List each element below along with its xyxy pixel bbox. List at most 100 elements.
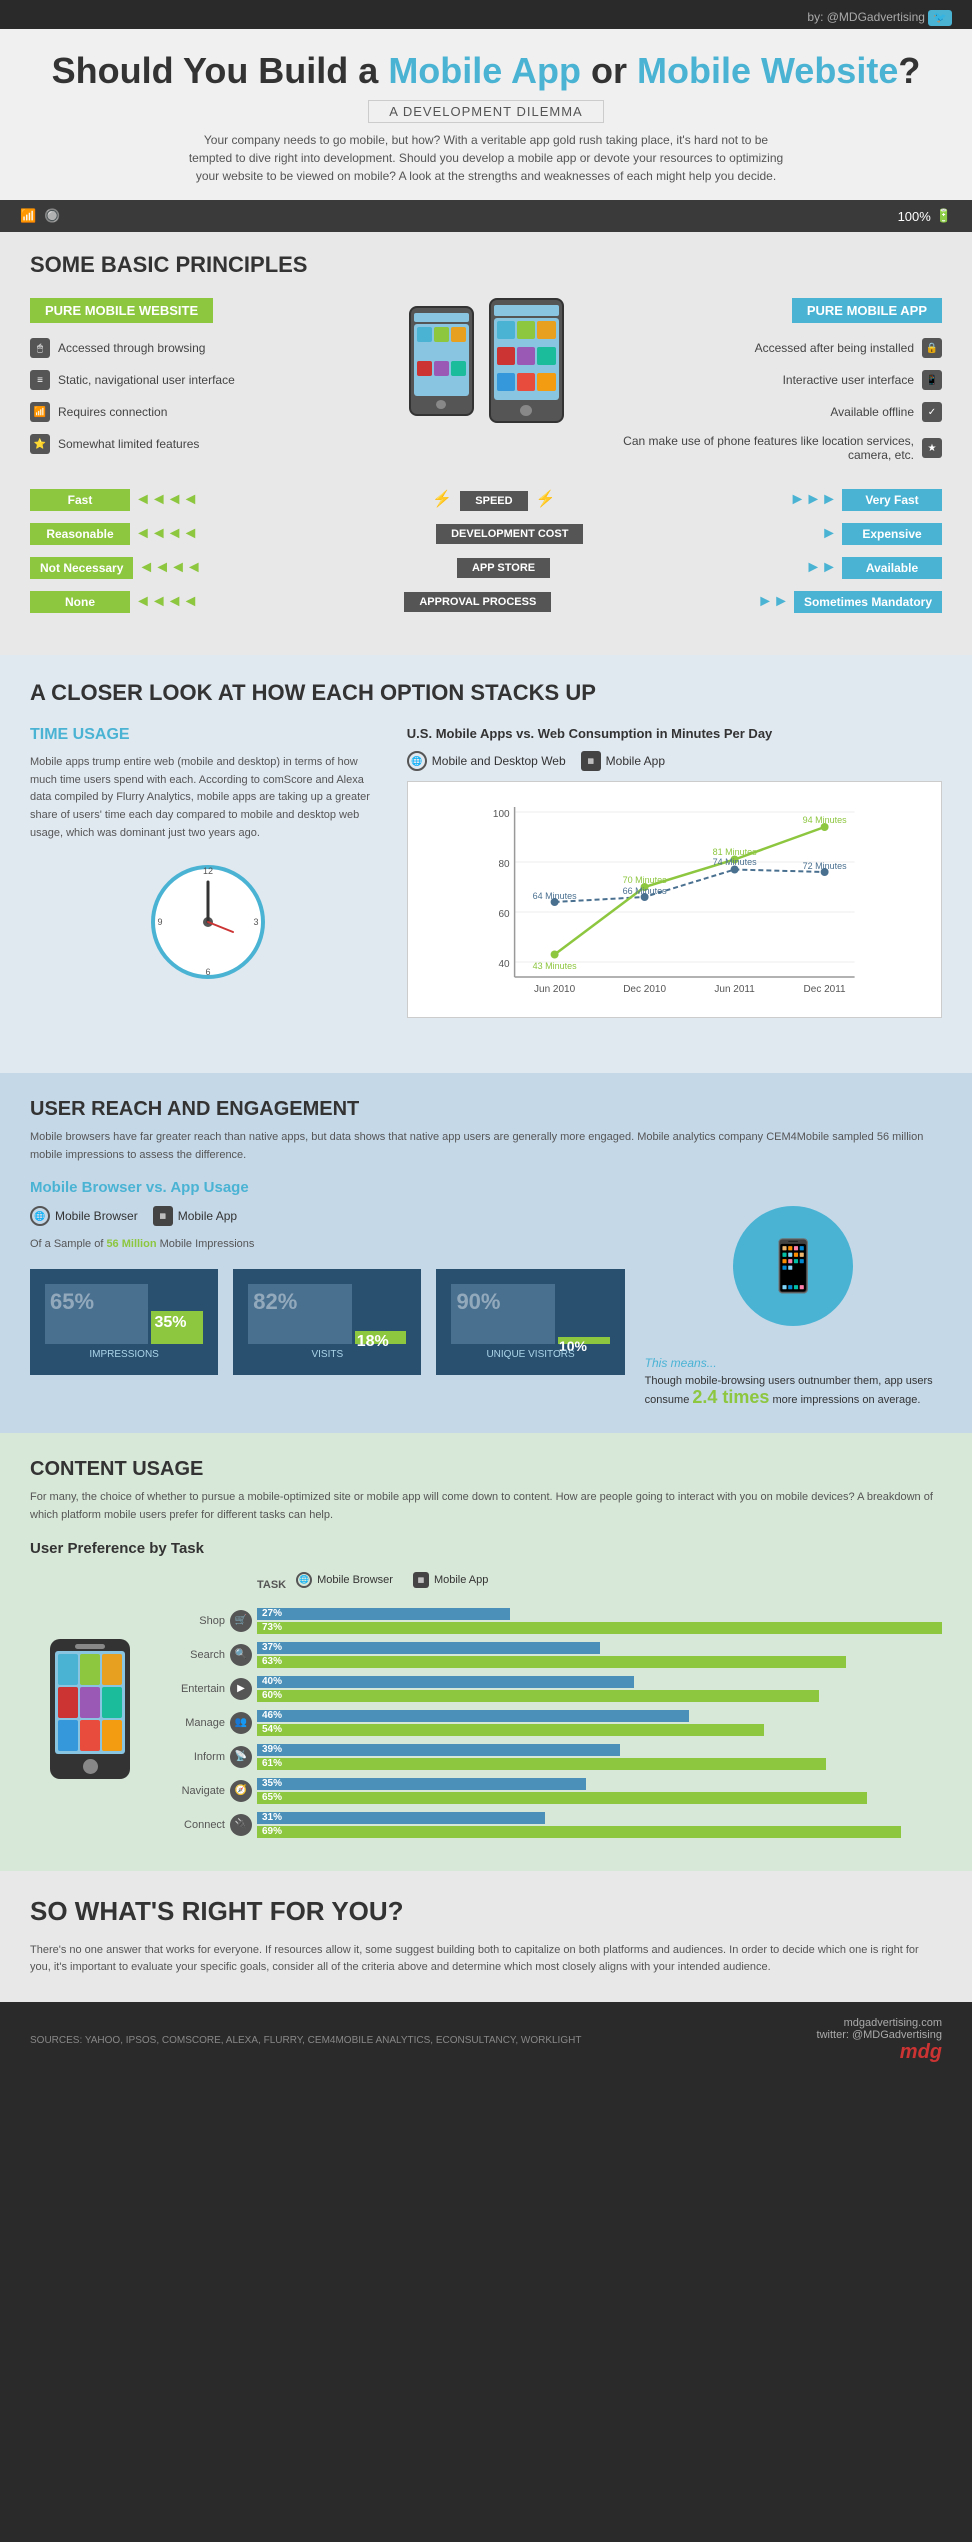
chart-header-row: TASK 🌐 Mobile Browser ▦ Mobile App [170, 1572, 942, 1598]
interactive-icon: 📱 [922, 370, 942, 390]
arrow-right: ►►► [789, 491, 837, 509]
impressions-box: 65% 35% IMPRESSIONS [30, 1269, 218, 1375]
app-icon3: ▦ [413, 1572, 429, 1588]
task-rows: Shop 🛒 27% 73% Search [170, 1608, 942, 1838]
manage-row: Manage 👥 46% 54% [170, 1710, 942, 1736]
principles-content: PURE MOBILE WEBSITE 🖱 Accessed through b… [30, 298, 942, 474]
bar-legend: 🌐 Mobile Browser ▦ Mobile App [296, 1572, 488, 1588]
feature-browsing: 🖱 Accessed through browsing [30, 338, 379, 358]
svg-text:40: 40 [498, 959, 510, 970]
search-web-pct: 37% [262, 1642, 282, 1653]
svg-text:81 Minutes: 81 Minutes [712, 847, 757, 857]
means-title: This means... [645, 1356, 942, 1370]
visits-box: 82% 18% VISITS [233, 1269, 421, 1375]
comp-appstore: Not Necessary ◄◄◄◄ APP STORE ►► Availabl… [30, 557, 942, 579]
sample-note: Of a Sample of 56 Million Mobile Impress… [30, 1236, 625, 1254]
speed-center: ⚡ SPEED ⚡ [203, 489, 784, 511]
feature-text: Somewhat limited features [58, 437, 199, 451]
status-right: 100% 🔋 [898, 208, 952, 224]
manage-icon: 👥 [230, 1712, 252, 1734]
feature-limited: ⭐ Somewhat limited features [30, 434, 379, 454]
byline: by: @MDGadvertising [807, 10, 925, 24]
inform-row: Inform 📡 39% 61% [170, 1744, 942, 1770]
time-usage-subtitle: TIME USAGE [30, 726, 387, 744]
comp-approval: None ◄◄◄◄ APPROVAL PROCESS ►► Sometimes … [30, 591, 942, 613]
footer-right: mdgadvertising.com twitter: @MDGadvertis… [817, 2017, 942, 2064]
connect-app-pct: 69% [262, 1826, 282, 1837]
conclusion-section: SO WHAT'S RIGHT FOR YOU? There's no one … [0, 1871, 972, 2002]
inform-bars: 39% 61% [257, 1744, 942, 1770]
wifi-icon: 🔘 [44, 208, 60, 224]
navigate-row: Navigate 🧭 35% 65% [170, 1778, 942, 1804]
content-usage-section: CONTENT USAGE For many, the choice of wh… [0, 1433, 972, 1870]
entertain-icon: ▶ [230, 1678, 252, 1700]
content-desc: For many, the choice of whether to pursu… [30, 1489, 942, 1524]
means-text: Though mobile-browsing users outnumber t… [645, 1375, 942, 1408]
search-app-bar: 63% [257, 1656, 846, 1668]
conclusion-title: SO WHAT'S RIGHT FOR YOU? [30, 1896, 942, 1927]
manage-web-bar: 46% [257, 1710, 689, 1722]
shop-app-bar: 73% [257, 1622, 942, 1634]
speed-right: Very Fast [842, 489, 942, 511]
user-reach-section: USER REACH AND ENGAGEMENT Mobile browser… [0, 1073, 972, 1433]
svg-text:66 Minutes: 66 Minutes [622, 886, 667, 896]
inform-app-bar: 61% [257, 1758, 826, 1770]
status-bar: 📶 🔘 100% 🔋 [0, 200, 972, 232]
speed-left: Fast [30, 489, 130, 511]
phones-center [389, 298, 584, 423]
title-section: Should You Build a Mobile App or Mobile … [0, 29, 972, 200]
app-phone-container [489, 298, 564, 423]
feature-connection: 📶 Requires connection [30, 402, 379, 422]
appstore-center: APP STORE [207, 558, 801, 578]
comparison-rows: Fast ◄◄◄◄ ⚡ SPEED ⚡ ►►► Very Fast Reason… [30, 489, 942, 613]
battery-icon: 🔋 [936, 208, 952, 224]
entertain-app-bar: 60% [257, 1690, 819, 1702]
connect-web-pct: 31% [262, 1812, 282, 1823]
svg-text:60: 60 [498, 909, 510, 920]
inform-web-bar: 39% [257, 1744, 620, 1756]
right-column: PURE MOBILE APP Accessed after being ins… [594, 298, 943, 474]
bg-pct: 65% [45, 1284, 148, 1320]
svg-text:100: 100 [493, 809, 510, 820]
sample-number: 56 Million [106, 1238, 156, 1250]
connect-bars: 31% 69% [257, 1812, 942, 1838]
bar-chart-right: TASK 🌐 Mobile Browser ▦ Mobile App [170, 1572, 942, 1846]
navigate-app-bar: 65% [257, 1792, 867, 1804]
chart-container: 100 80 60 40 Jun 2010 [407, 781, 942, 1018]
unique-bars: 90% 10% [451, 1284, 609, 1344]
arrow-right2: ► [821, 525, 837, 543]
app-bar: 35% [151, 1311, 203, 1344]
inform-label: Inform [170, 1751, 225, 1763]
app-label: Mobile App [178, 1209, 237, 1223]
entertain-web-bar: 40% [257, 1676, 634, 1688]
shop-row: Shop 🛒 27% 73% [170, 1608, 942, 1634]
content-title: CONTENT USAGE [30, 1458, 942, 1481]
entertain-web-pct: 40% [262, 1676, 282, 1687]
connect-app-bar: 69% [257, 1826, 901, 1838]
clock-svg: 12 3 6 9 [148, 862, 268, 982]
app-icon2: ▦ [153, 1206, 173, 1226]
browser-legend-label: Mobile Browser [317, 1574, 393, 1586]
clock-graphic: 12 3 6 9 [30, 862, 387, 982]
app-legend-icon: ▦ [581, 751, 601, 771]
search-icon: 🔍 [230, 1644, 252, 1666]
arrow-left4: ◄◄◄◄ [135, 593, 198, 611]
svg-text:12: 12 [203, 866, 213, 876]
speed-icon: ⚡ [432, 491, 452, 508]
app-bar2: 18% [355, 1331, 407, 1344]
fg-pct2: 18% [355, 1331, 407, 1353]
arrow-left2: ◄◄◄◄ [135, 525, 198, 543]
means-box: This means... Though mobile-browsing use… [645, 1356, 942, 1408]
svg-text:94 Minutes: 94 Minutes [802, 815, 847, 825]
phone-screen-web [414, 324, 469, 396]
left-header: PURE MOBILE WEBSITE [30, 298, 213, 323]
installed-icon: 🔒 [922, 338, 942, 358]
connection-icon: 📶 [30, 402, 50, 422]
means-highlight: 2.4 times [692, 1387, 769, 1407]
twitter-icon[interactable]: 🐦 [928, 10, 952, 26]
feature-interactive: Interactive user interface 📱 [594, 370, 943, 390]
status-left: 📶 🔘 [20, 208, 60, 224]
reach-desc: Mobile browsers have far greater reach t… [30, 1129, 942, 1164]
browse-icon: 🖱 [30, 338, 50, 358]
chart-legend: 🌐 Mobile and Desktop Web ▦ Mobile App [407, 751, 942, 771]
